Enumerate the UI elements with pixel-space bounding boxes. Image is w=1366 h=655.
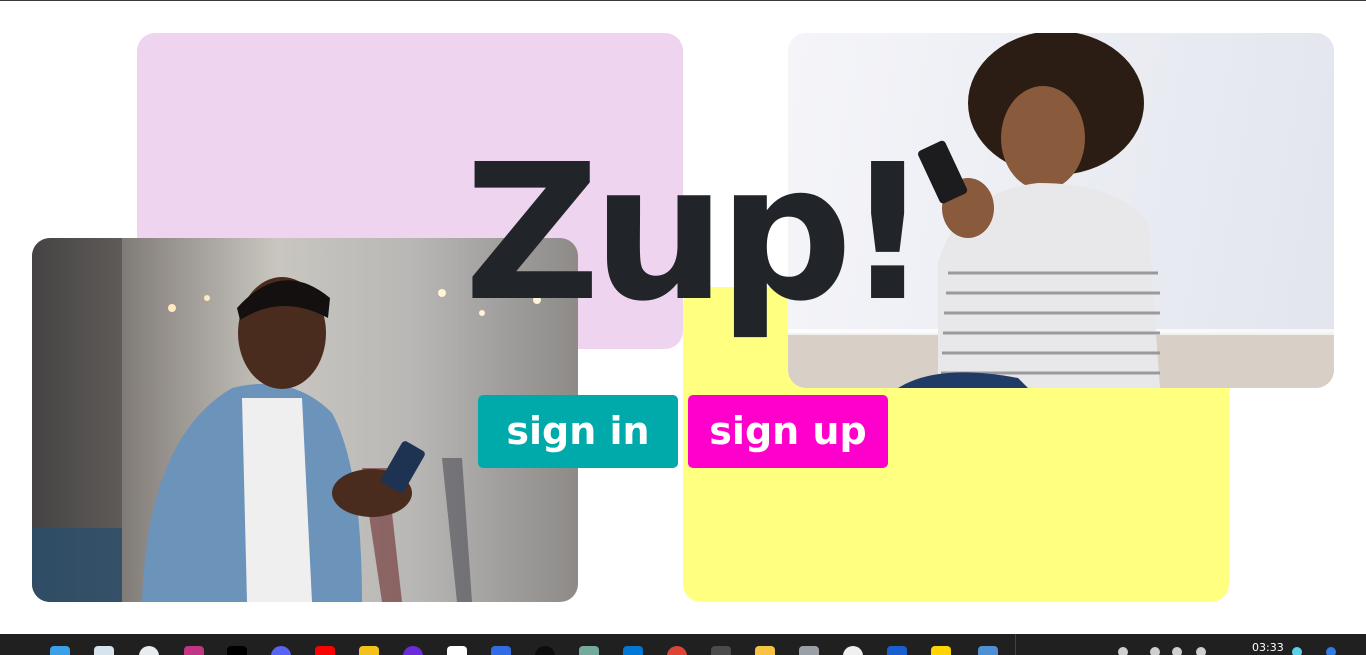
windows-start-icon[interactable] (50, 646, 70, 655)
notification-icon[interactable] (1292, 647, 1302, 655)
taskbar-divider (1015, 634, 1016, 655)
volume-icon[interactable] (1172, 647, 1182, 655)
terminal-icon[interactable] (711, 646, 731, 655)
chrome-icon[interactable] (139, 646, 159, 655)
database-icon[interactable] (799, 646, 819, 655)
kubernetes-icon[interactable] (491, 646, 511, 655)
sign-in-button[interactable]: sign in (478, 395, 678, 468)
chatgpt-icon[interactable] (579, 646, 599, 655)
youtube-icon[interactable] (315, 646, 335, 655)
github-icon[interactable] (535, 646, 555, 655)
store-icon[interactable] (94, 646, 114, 655)
taskbar-clock[interactable]: 03:33 (1252, 642, 1284, 654)
page-title: Zup! (464, 124, 930, 343)
podcast-icon[interactable] (403, 646, 423, 655)
copilot-icon[interactable] (1326, 647, 1336, 655)
file-explorer-icon[interactable] (755, 646, 775, 655)
password-icon[interactable] (887, 646, 907, 655)
tray-chevron-icon[interactable] (1118, 647, 1128, 655)
landing-page: Zup! sign in sign up (0, 0, 1366, 634)
wifi-icon[interactable] (1150, 647, 1160, 655)
x-icon[interactable] (227, 646, 247, 655)
battery-icon[interactable] (1196, 647, 1206, 655)
notion-icon[interactable] (447, 646, 467, 655)
discord-icon[interactable] (271, 646, 291, 655)
github-desktop-icon[interactable] (843, 646, 863, 655)
notes-icon[interactable] (931, 646, 951, 655)
calculator-icon[interactable] (978, 646, 998, 655)
sticky-notes-icon[interactable] (359, 646, 379, 655)
windows-taskbar: 03:33 (0, 634, 1366, 655)
vscode-icon[interactable] (623, 646, 643, 655)
chrome-active-icon[interactable] (667, 646, 687, 655)
sign-up-button[interactable]: sign up (688, 395, 888, 468)
instagram-icon[interactable] (184, 646, 204, 655)
